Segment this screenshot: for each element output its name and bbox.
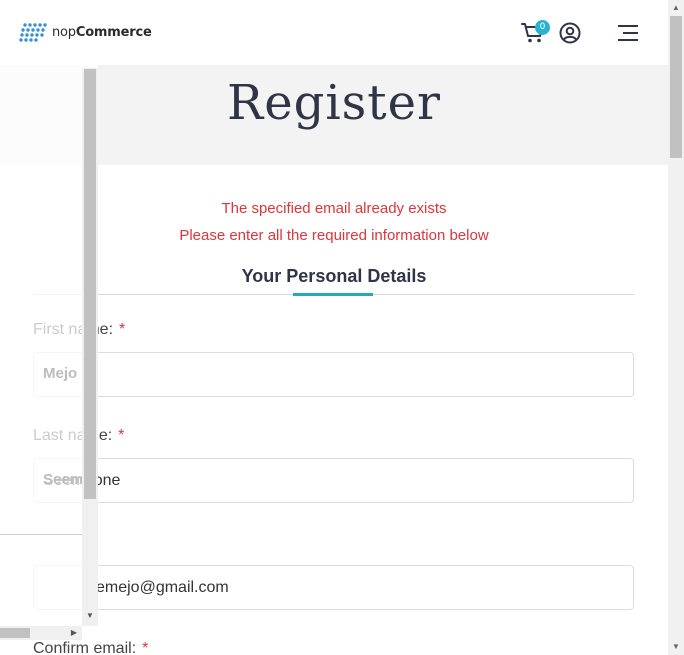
overlay-first-name-ghost: Mejo: [43, 365, 78, 382]
chevron-right-icon[interactable]: ▶: [68, 627, 80, 639]
last-name-input[interactable]: Seemoone: [33, 458, 634, 503]
first-name-input[interactable]: [33, 352, 634, 397]
overlay-last-name-ghost: Seem: [43, 471, 84, 488]
email-input[interactable]: emejo@gmail.com: [33, 565, 634, 610]
page-scrollbar-thumb[interactable]: [670, 16, 682, 158]
logo-text-bold: Commerce: [75, 24, 152, 40]
error-message-email-exists: The specified email already exists: [221, 200, 447, 217]
logo-text: nopCommerce: [52, 25, 152, 40]
overlay-horizontal-scrollbar-thumb[interactable]: [0, 628, 30, 638]
required-marker: *: [119, 321, 126, 338]
required-marker: *: [142, 640, 149, 655]
site-header: nopCommerce 0: [0, 0, 668, 65]
chevron-up-icon[interactable]: ▲: [668, 0, 684, 16]
chevron-down-icon[interactable]: ▼: [668, 639, 684, 655]
menu-icon[interactable]: [617, 24, 639, 42]
confirm-email-label-text: Confirm email:: [33, 640, 137, 655]
logo-dots-icon: [19, 23, 47, 42]
page-title: Register: [227, 75, 441, 131]
section-accent-bar: [293, 293, 373, 296]
email-value: emejo@gmail.com: [96, 579, 229, 596]
logo-text-light: nop: [52, 24, 76, 40]
chevron-down-icon[interactable]: ▼: [83, 610, 97, 622]
confirm-email-label: Confirm email: *: [33, 640, 148, 655]
overlay-vertical-scrollbar-thumb[interactable]: [84, 69, 96, 499]
required-marker: *: [118, 427, 125, 444]
error-message-required-info: Please enter all the required informatio…: [179, 227, 489, 244]
user-icon[interactable]: [559, 22, 581, 44]
cart-count-badge: 0: [535, 20, 550, 35]
section-title: Your Personal Details: [241, 266, 427, 286]
last-name-value: Seemoone: [34, 459, 634, 502]
overlay-divider: [0, 534, 82, 535]
site-logo[interactable]: nopCommerce: [19, 22, 152, 42]
